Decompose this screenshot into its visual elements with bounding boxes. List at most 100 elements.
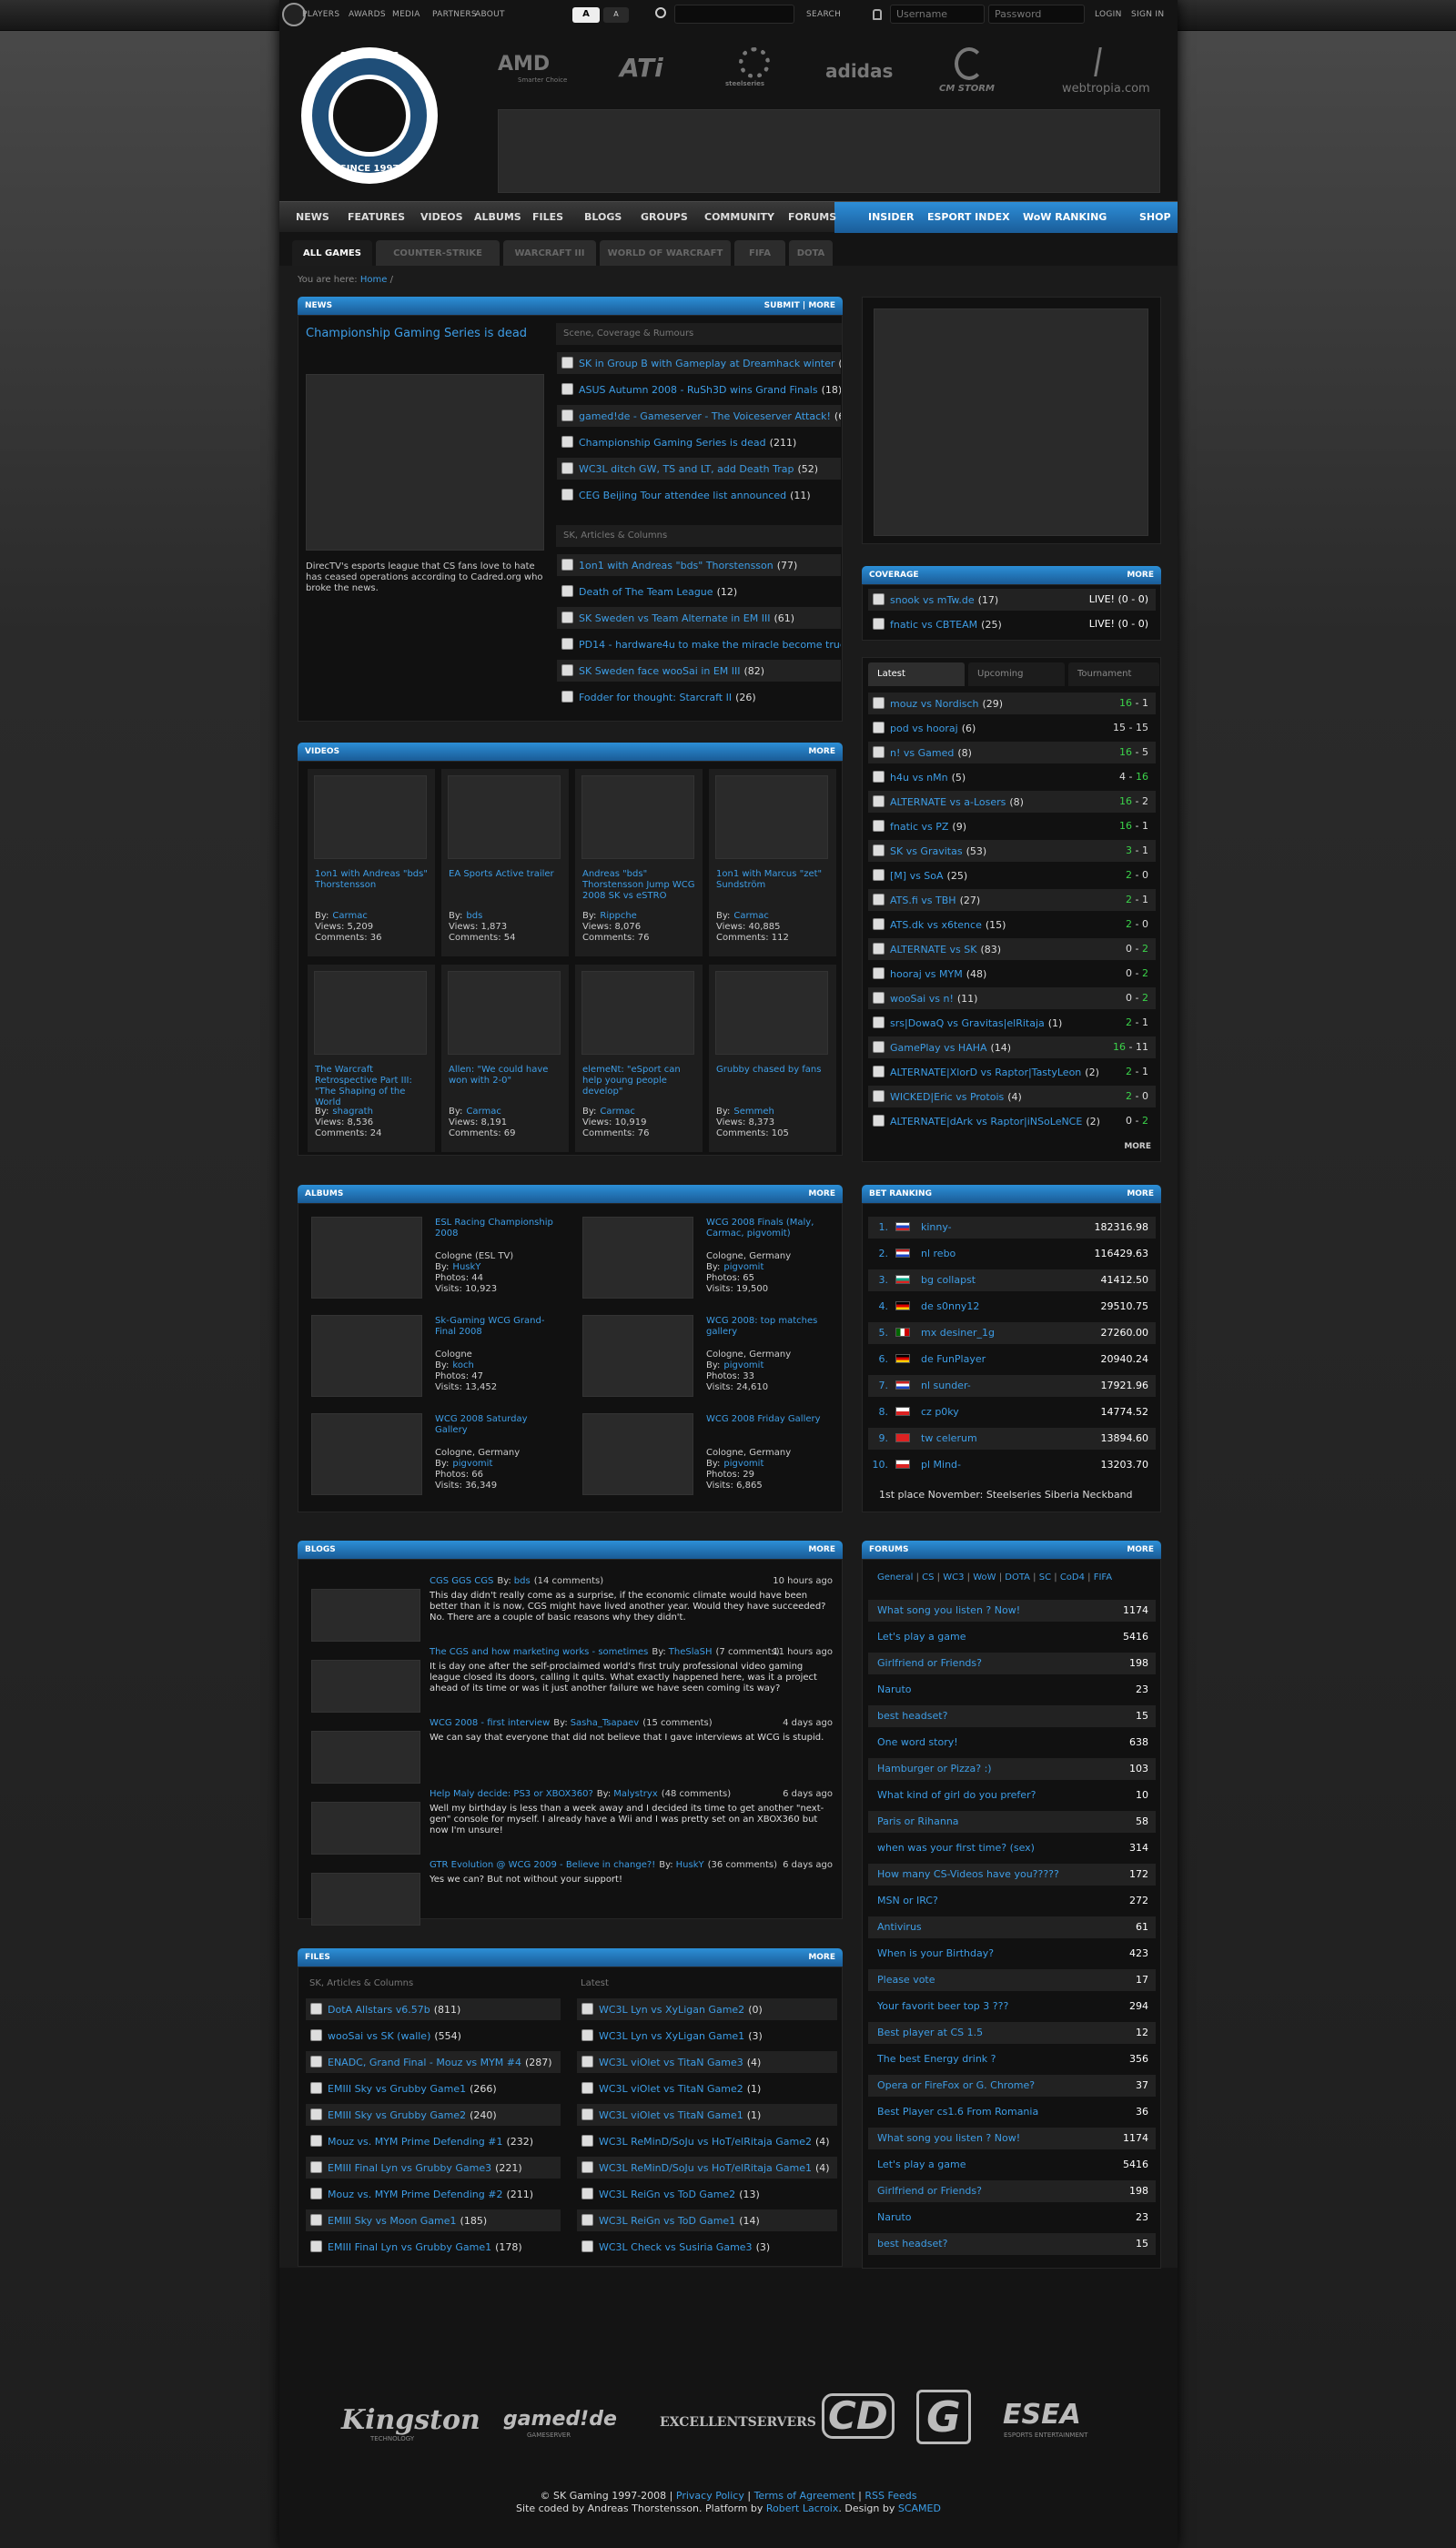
forum-thread-link[interactable]: when was your first time? (sex) <box>877 1842 1035 1854</box>
forum-thread-link[interactable]: How many CS-Videos have you????? <box>877 1868 1059 1880</box>
album-author-link[interactable]: koch <box>452 1360 473 1370</box>
nav-albums[interactable]: ALBUMS <box>474 211 521 223</box>
video-thumbnail[interactable] <box>448 775 561 859</box>
album-title[interactable]: Sk-Gaming WCG Grand-Final 2008 <box>435 1316 562 1338</box>
nav-videos[interactable]: VIDEOS <box>420 211 463 223</box>
video-author-link[interactable]: Carmac <box>600 1107 634 1117</box>
blog-title-link[interactable]: WCG 2008 - first interview <box>430 1718 550 1728</box>
scamed-link[interactable]: SCAMED <box>898 2502 941 2514</box>
bet-user-link[interactable]: cz p0ky <box>921 1406 959 1418</box>
item-link[interactable]: Fodder for thought: Starcraft II <box>579 692 732 703</box>
forum-thread-link[interactable]: Let's play a game <box>877 1631 966 1643</box>
item-link[interactable]: ATS.dk vs x6tence <box>890 919 982 931</box>
forum-thread-link[interactable]: One word story! <box>877 1736 958 1748</box>
video-author-link[interactable]: bds <box>466 911 482 921</box>
item-link[interactable]: n! vs Gamed <box>890 747 954 759</box>
forum-thread-link[interactable]: Let's play a game <box>877 2159 966 2170</box>
video-author-link[interactable]: Rippche <box>600 911 636 921</box>
album-thumbnail[interactable] <box>582 1217 693 1299</box>
video-title[interactable]: Grubby chased by fans <box>716 1065 829 1076</box>
nav-insider[interactable]: INSIDER <box>868 211 914 223</box>
forum-cat-general[interactable]: General <box>877 1572 913 1582</box>
password-input[interactable] <box>988 5 1085 24</box>
item-link[interactable]: EMIII Final Lyn vs Grubby Game1 <box>328 2241 491 2253</box>
item-link[interactable]: snook vs mTw.de <box>890 594 975 606</box>
item-link[interactable]: EMIII Final Lyn vs Grubby Game3 <box>328 2162 491 2174</box>
album-title[interactable]: ESL Racing Championship 2008 <box>435 1218 562 1239</box>
item-link[interactable]: Death of The Team League <box>579 586 713 598</box>
forum-thread-link[interactable]: What song you listen ? Now! <box>877 2132 1020 2144</box>
video-card[interactable]: EA Sports Active trailer By: bds Views: 1,8… <box>441 769 569 956</box>
album-title[interactable]: WCG 2008: top matches gallery <box>706 1316 834 1338</box>
video-thumbnail[interactable] <box>314 971 427 1055</box>
breadcrumb-home[interactable]: Home <box>360 275 388 285</box>
video-author-link[interactable]: shagrath <box>332 1107 373 1117</box>
blog-title-link[interactable]: GTR Evolution @ WCG 2009 - Believe in ch… <box>430 1860 655 1870</box>
item-link[interactable]: WC3L ReiGn vs ToD Game1 <box>599 2215 735 2227</box>
video-author-link[interactable]: Carmac <box>733 911 768 921</box>
video-author-link[interactable]: Carmac <box>332 911 367 921</box>
bet-user-link[interactable]: kinny- <box>921 1221 952 1233</box>
blog-thumbnail[interactable] <box>311 1731 420 1784</box>
sponsor-adidas[interactable]: adidas <box>825 60 893 82</box>
blog-author-link[interactable]: Malystryx <box>613 1789 658 1799</box>
album-thumbnail[interactable] <box>582 1315 693 1397</box>
match-tab-tournament[interactable]: Tournament <box>1068 662 1159 686</box>
forum-thread-link[interactable]: Paris or Rihanna <box>877 1815 959 1827</box>
album-author-link[interactable]: pigvomit <box>452 1459 492 1469</box>
item-link[interactable]: wooSai vs n! <box>890 993 954 1005</box>
bet-user-link[interactable]: de FunPlayer <box>921 1353 986 1365</box>
nav-shop[interactable]: SHOP <box>1139 211 1171 223</box>
blog-title-link[interactable]: Help Maly decide: PS3 or XBOX360? <box>430 1789 593 1799</box>
video-title[interactable]: EA Sports Active trailer <box>449 869 561 880</box>
search-input[interactable] <box>674 5 794 24</box>
sk-gaming-logo[interactable]: SK GAMING SINCE 1997 <box>301 47 438 184</box>
forum-thread-link[interactable]: Girlfriend or Friends? <box>877 2185 982 2197</box>
forum-cat-wc3[interactable]: WC3 <box>943 1572 964 1582</box>
forum-cat-fifa[interactable]: FIFA <box>1094 1572 1112 1582</box>
video-thumbnail[interactable] <box>314 775 427 859</box>
item-link[interactable]: WC3L viOlet vs TitaN Game2 <box>599 2083 743 2095</box>
item-link[interactable]: WC3L ReiGn vs ToD Game2 <box>599 2189 735 2200</box>
username-input[interactable] <box>890 5 985 24</box>
blog-thumbnail[interactable] <box>311 1802 420 1855</box>
item-link[interactable]: Mouz vs. MYM Prime Defending #2 <box>328 2189 502 2200</box>
signin-button[interactable]: SIGN IN <box>1131 10 1164 19</box>
blog-thumbnail[interactable] <box>311 1589 420 1642</box>
item-link[interactable]: DotA Allstars v6.57b <box>328 2004 430 2016</box>
game-tab-warcraft-iii[interactable]: WARCRAFT III <box>503 240 596 266</box>
bet-user-link[interactable]: de s0nny12 <box>921 1300 979 1312</box>
forum-thread-link[interactable]: Antivirus <box>877 1921 922 1933</box>
video-card[interactable]: 1on1 with Marcus "zet" Sundström By: Carma… <box>709 769 836 956</box>
nav-groups[interactable]: GROUPS <box>641 211 688 223</box>
search-button[interactable]: SEARCH <box>806 10 841 19</box>
forum-thread-link[interactable]: Girlfriend or Friends? <box>877 1657 982 1669</box>
topnav-players[interactable]: PLAYERS <box>302 10 339 19</box>
item-link[interactable]: WC3L viOlet vs TitaN Game1 <box>599 2109 743 2121</box>
blog-author-link[interactable]: TheSlaSH <box>669 1647 713 1657</box>
item-link[interactable]: ALTERNATE vs a-Losers <box>890 796 1006 808</box>
news-submit-link[interactable]: SUBMIT <box>764 301 800 310</box>
item-link[interactable]: fnatic vs PZ <box>890 821 948 833</box>
forum-thread-link[interactable]: What song you listen ? Now! <box>877 1604 1020 1616</box>
video-thumbnail[interactable] <box>715 775 828 859</box>
item-link[interactable]: EMIII Sky vs Grubby Game2 <box>328 2109 466 2121</box>
item-link[interactable]: ALTERNATE|dArk vs Raptor|iNSoLeNCE <box>890 1116 1082 1127</box>
item-link[interactable]: SK Sweden vs Team Alternate in EM III <box>579 612 770 624</box>
item-link[interactable]: WC3L Check vs Susiria Game3 <box>599 2241 753 2253</box>
sponsor-ati[interactable]: ATi <box>620 53 663 83</box>
item-link[interactable]: WC3L ReMinD/SoJu vs HoT/elRitaja Game2 <box>599 2136 812 2148</box>
blog-title-link[interactable]: CGS GGS CGS <box>430 1576 493 1586</box>
videos-more-link[interactable]: MORE <box>808 747 835 756</box>
nav-esport-index[interactable]: ESPORT INDEX <box>927 211 1010 223</box>
album-author-link[interactable]: pigvomit <box>723 1459 763 1469</box>
item-link[interactable]: gamed!de - Gameserver - The Voiceserver … <box>579 410 831 422</box>
item-link[interactable]: ATS.fi vs TBH <box>890 895 956 906</box>
sponsor-excellentservers[interactable]: EXCELLENTSERVERS <box>660 2415 816 2430</box>
forum-cat-wow[interactable]: WoW <box>973 1572 996 1582</box>
match-tab-latest[interactable]: Latest <box>868 662 965 686</box>
nav-news[interactable]: NEWS <box>296 211 329 223</box>
bet-more-link[interactable]: MORE <box>1127 1189 1154 1198</box>
item-link[interactable]: 1on1 with Andreas "bds" Thorstensson <box>579 560 774 571</box>
right-ad-banner[interactable] <box>874 308 1148 536</box>
